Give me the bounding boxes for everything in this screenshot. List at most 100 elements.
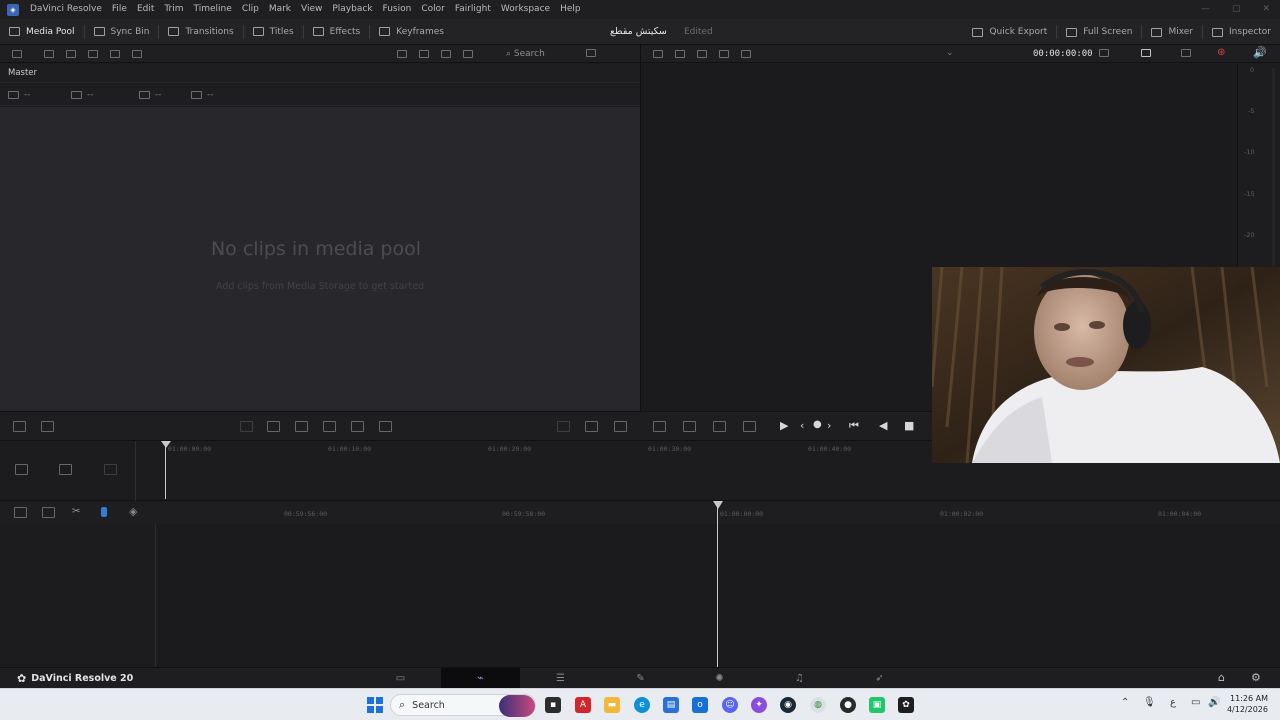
list-view-icon[interactable] [463,49,473,58]
timeline-view-icon[interactable] [585,421,598,432]
tools-icon[interactable] [653,421,666,432]
media-pool-button[interactable]: Media Pool [0,19,84,45]
minimize-icon[interactable]: — [1201,0,1210,19]
page-tab-media[interactable]: ▭ [361,668,440,689]
green-app-icon[interactable]: ▣ [869,697,885,713]
media-pool-area[interactable]: No clips in media pool Add clips from Me… [0,107,640,411]
taskbar-clock[interactable]: 11:26 AM 4/12/2026 [1227,693,1268,715]
trim-view-icon[interactable] [614,421,627,432]
sync-bin-button[interactable]: Sync Bin [85,19,159,45]
windows-start-icon[interactable] [367,697,383,713]
column-timeline[interactable]: -- [191,84,214,106]
lower-timeline-ruler[interactable]: ✂ ◈ 00:59:56:00 00:59:58:00 01:00:00:00 … [0,502,1280,524]
steam-icon[interactable]: ◉ [780,697,796,713]
menu-edit[interactable]: Edit [132,0,159,19]
upper-playhead[interactable] [165,441,166,499]
page-tab-deliver[interactable]: ➶ [840,668,919,689]
menu-mark[interactable]: Mark [264,0,296,19]
prev-icon[interactable]: ‹ [800,419,804,432]
menu-trim[interactable]: Trim [159,0,188,19]
tray-chevron-icon[interactable]: ⌃ [1121,697,1129,708]
sort-icon[interactable] [586,49,596,57]
play-icon[interactable]: ▶ [780,419,788,432]
outlook-icon[interactable]: o [692,697,708,713]
volume-icon[interactable]: 🔊 [1208,697,1220,708]
split-view-icon[interactable] [675,49,685,58]
discord-icon[interactable]: ☺ [722,697,738,713]
strip-view-icon[interactable] [441,49,451,58]
menu-fusion[interactable]: Fusion [378,0,417,19]
resolve-taskbar-icon[interactable]: ✿ [898,697,914,713]
place-on-top-icon[interactable] [351,421,364,432]
column-audio[interactable]: -- [139,84,162,106]
home-icon[interactable]: ⌂ [1218,671,1225,684]
zoom-icon[interactable] [42,507,55,518]
refresh-icon[interactable] [110,49,120,58]
keyframes-button[interactable]: Keyframes [370,19,453,45]
viewer-mode-icon[interactable] [1141,49,1151,57]
new-bin-icon[interactable] [44,49,54,58]
close-icon[interactable]: ✕ [1262,0,1270,19]
settings-icon[interactable]: ⚙ [1251,671,1261,684]
fast-review-icon[interactable] [743,421,756,432]
audio-monitor-icon[interactable]: ⊛ [1217,47,1225,58]
append-icon[interactable] [267,421,280,432]
grid-view-icon[interactable] [719,49,729,58]
edge-icon[interactable]: e [634,697,650,713]
clip-view-icon[interactable] [697,49,707,58]
playhead-handle[interactable] [713,501,723,509]
language-indicator[interactable]: ع [1170,697,1176,708]
playhead[interactable] [717,502,718,667]
taskbar-search[interactable]: ⌕ Search [390,694,536,717]
razor-icon[interactable] [41,421,54,432]
chrome-icon[interactable]: ◍ [810,697,826,713]
close-up-icon[interactable] [323,421,336,432]
page-tab-cut[interactable]: ⌁ [441,668,520,689]
thumbnail-view-icon[interactable] [419,49,429,58]
upper-playhead-handle[interactable] [161,441,171,448]
task-view-icon[interactable]: ▪ [545,697,561,713]
menu-workspace[interactable]: Workspace [496,0,555,19]
menu-playback[interactable]: Playback [327,0,377,19]
transitions-button[interactable]: Transitions [159,19,242,45]
red-app-icon[interactable]: A [575,697,591,713]
file-explorer-icon[interactable]: ▬ [604,697,620,713]
bin-master-label[interactable]: Master [8,64,37,83]
quick-export-button[interactable]: Quick Export [963,19,1056,45]
smart-insert-icon[interactable] [240,421,253,432]
menu-fairlight[interactable]: Fairlight [450,0,496,19]
column-video[interactable]: -- [71,84,94,106]
link-icon[interactable] [132,49,142,58]
next-icon[interactable]: › [827,419,831,432]
menu-color[interactable]: Color [416,0,450,19]
go-to-start-icon[interactable]: ⏮ [849,419,859,433]
source-overwrite-icon[interactable] [379,421,392,432]
viewer-options-icon[interactable] [1099,49,1109,57]
effects-button[interactable]: Effects [304,19,370,45]
blue-marker-icon[interactable] [101,507,107,517]
timeline-options-icon[interactable] [14,507,27,518]
page-tab-edit[interactable]: ☰ [521,668,600,689]
loop-icon[interactable] [713,421,726,432]
full-screen-button[interactable]: Full Screen [1057,19,1141,45]
mic-icon[interactable]: 🎙 [1143,697,1156,708]
menu-clip[interactable]: Clip [237,0,264,19]
timeline-tracks[interactable] [157,524,1280,667]
source-tape-icon[interactable] [557,421,570,432]
maximize-icon[interactable]: ▢ [1232,0,1241,19]
lock-track-icon[interactable] [104,464,117,475]
chevron-down-icon[interactable]: ⌄ [946,48,954,58]
ripple-overwrite-icon[interactable] [295,421,308,432]
network-icon[interactable]: ▭ [1191,697,1200,708]
menu-help[interactable]: Help [555,0,586,19]
metadata-view-icon[interactable] [397,49,407,58]
stop-icon[interactable]: ■ [904,419,914,432]
snap-icon[interactable] [13,421,26,432]
store-icon[interactable]: ▤ [663,697,679,713]
page-tab-fusion[interactable]: ✎ [601,668,680,689]
copilot-icon[interactable]: ✦ [751,697,767,713]
track-destination-icon[interactable] [15,464,28,475]
marker-dot-icon[interactable]: ● [813,419,822,430]
menu-view[interactable]: View [296,0,327,19]
page-tab-color[interactable]: ✺ [680,668,759,689]
